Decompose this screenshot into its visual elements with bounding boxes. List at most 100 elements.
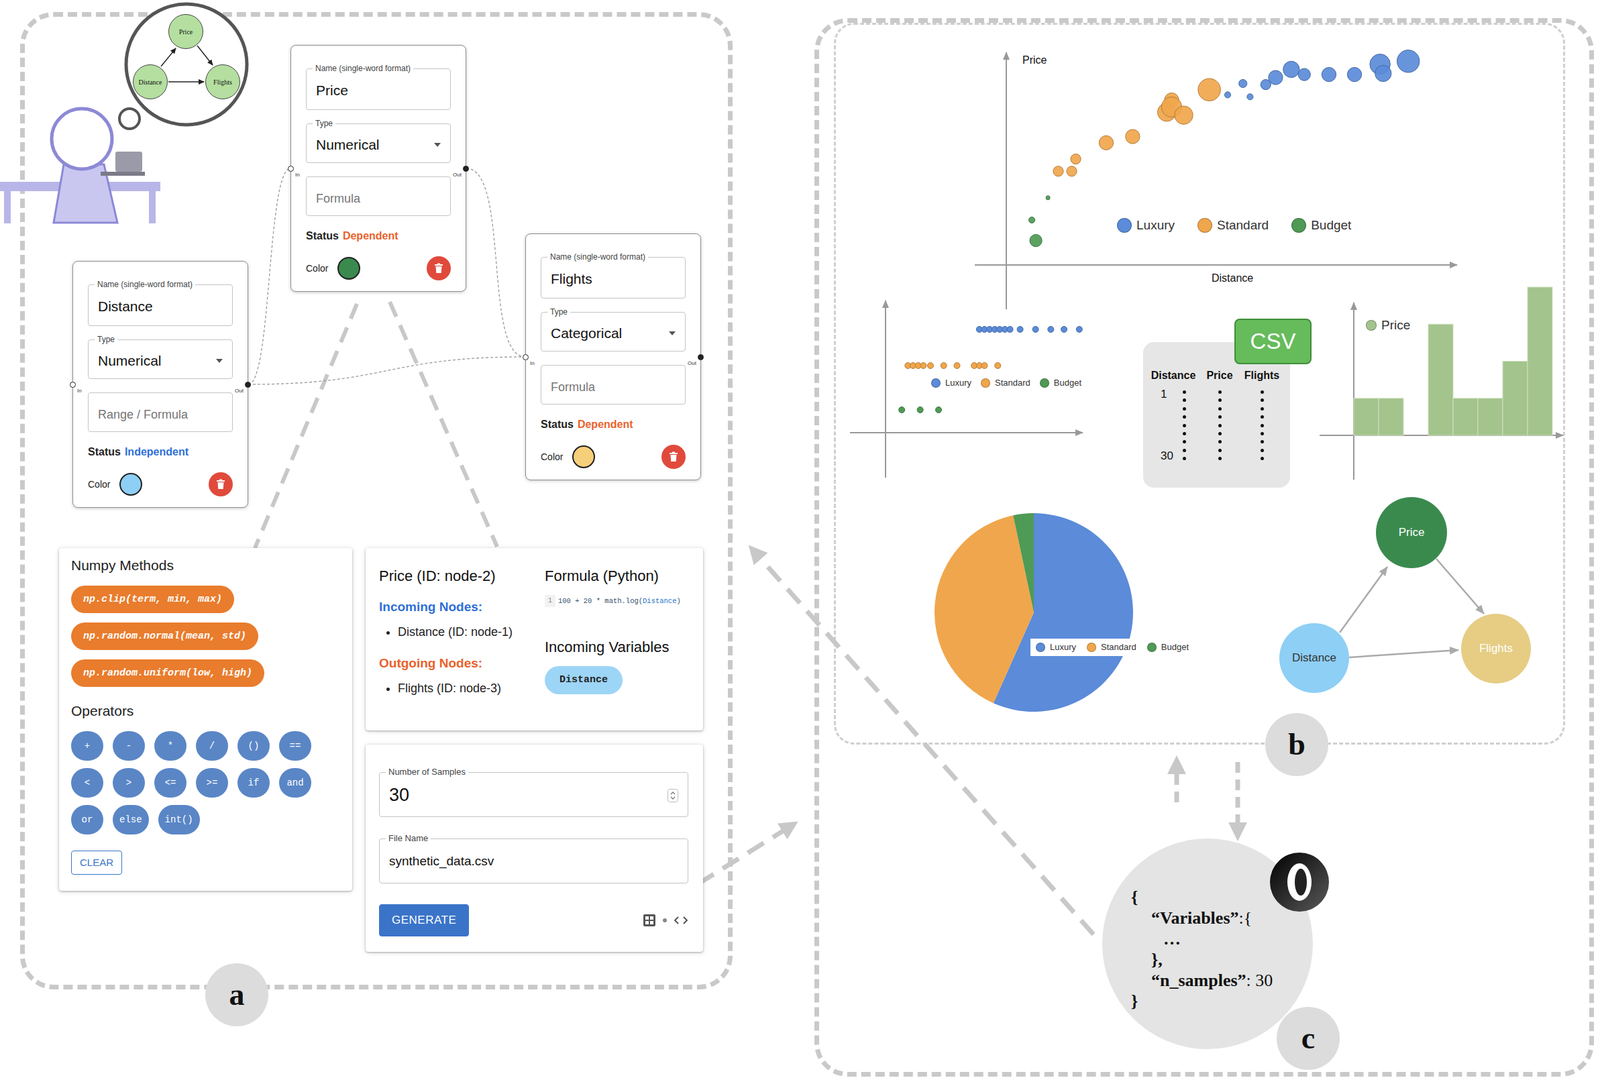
color-swatch[interactable] <box>337 256 361 280</box>
operator-button[interactable]: == <box>279 731 312 761</box>
strip-point <box>935 407 942 414</box>
method-chip[interactable]: np.clip(term, min, max) <box>71 585 235 614</box>
clear-button[interactable]: CLEAR <box>71 850 123 875</box>
operator-list: +-* / () == < > <= >= ifand orelse int() <box>71 731 341 835</box>
node-card[interactable]: In Out Name (single-word format) TypeNumeri… <box>290 44 467 292</box>
name-input[interactable] <box>315 79 441 102</box>
node-card[interactable]: InOutName (single-word format)TypeCatego… <box>525 233 702 481</box>
name-field[interactable]: Name (single-word format) <box>87 284 233 327</box>
delete-button[interactable] <box>426 256 451 281</box>
grid-view-button[interactable] <box>642 913 657 928</box>
histogram-bar <box>1453 398 1478 436</box>
operator-button[interactable]: > <box>112 768 145 798</box>
spinner-icon[interactable] <box>667 788 679 803</box>
column-header: Flights <box>1241 368 1283 383</box>
code-token: ) <box>676 597 681 606</box>
histogram-bar <box>1502 361 1528 437</box>
row-dot <box>1182 440 1187 444</box>
field-label: Type <box>94 334 118 345</box>
operator-button[interactable]: if <box>237 768 270 798</box>
file-input[interactable] <box>389 851 679 872</box>
file-field[interactable]: File Name <box>379 838 689 884</box>
thought-node: Price <box>168 14 204 49</box>
legend-item: Price <box>1365 315 1411 336</box>
spinner[interactable] <box>667 788 679 803</box>
scatter-point <box>1164 92 1179 107</box>
histogram-bar <box>1403 435 1429 437</box>
color-swatch[interactable] <box>119 472 143 496</box>
samples-input[interactable] <box>389 781 668 810</box>
name-field[interactable]: Name (single-word format) <box>305 68 451 111</box>
type-select[interactable]: TypeCategorical <box>540 311 686 352</box>
operator-button[interactable]: < <box>71 768 104 798</box>
formula-input[interactable] <box>97 403 223 425</box>
operator-button[interactable]: + <box>71 731 104 761</box>
name-input[interactable] <box>550 268 676 290</box>
histogram-bar <box>1378 398 1404 436</box>
variable-chip[interactable]: Distance <box>544 666 623 695</box>
operator-button[interactable]: () <box>237 731 270 761</box>
chart-legend: LuxuryStandardBudget <box>931 376 1082 390</box>
legend-item: Budget <box>1147 640 1189 655</box>
delete-button[interactable] <box>208 472 233 497</box>
code-editor[interactable]: 1100 + 20 * math.log(Distance) <box>544 595 691 608</box>
operator-button[interactable]: - <box>112 731 145 761</box>
status-label: Status <box>305 229 339 243</box>
strip-point <box>1047 326 1054 333</box>
out-port[interactable] <box>244 381 251 388</box>
in-port[interactable] <box>287 165 294 172</box>
outgoing-title: Outgoing Nodes: <box>379 655 537 672</box>
connector-layer <box>0 0 1600 1082</box>
operator-button[interactable]: <= <box>154 768 187 798</box>
strip-point <box>994 362 1001 369</box>
graph-node: Flights <box>1461 613 1531 684</box>
formula-input[interactable] <box>315 187 441 209</box>
strip-point <box>904 362 912 369</box>
status-value: Dependent <box>342 229 399 243</box>
delete-button[interactable] <box>661 444 686 469</box>
generate-button[interactable]: GENERATE <box>379 904 469 937</box>
type-select[interactable]: TypeNumerical <box>305 123 451 164</box>
formula-title: Formula (Python) <box>544 566 691 586</box>
operator-button[interactable]: else <box>112 805 149 835</box>
operator-button[interactable]: >= <box>195 768 229 798</box>
formula-field[interactable] <box>540 364 686 405</box>
out-port[interactable] <box>697 354 704 361</box>
node-item: Distance (ID: node-1) <box>397 623 537 641</box>
operator-button[interactable]: * <box>154 731 187 761</box>
node-card[interactable]: InOutName (single-word format)TypeNumeri… <box>72 260 249 508</box>
row-dot <box>1218 415 1222 419</box>
scatter-point <box>1098 135 1113 150</box>
json-token: }, <box>1151 949 1163 970</box>
operator-button[interactable]: / <box>195 731 229 761</box>
samples-field[interactable]: Number of Samples <box>379 772 689 818</box>
name-input[interactable] <box>97 295 223 318</box>
y-axis <box>884 300 887 478</box>
name-field[interactable]: Name (single-word format) <box>540 256 686 299</box>
grid-view-icon[interactable] <box>642 913 657 928</box>
csv-column: 130 <box>1148 387 1199 463</box>
port-label: In <box>295 171 300 179</box>
operator-button[interactable]: int() <box>158 805 200 835</box>
type-select[interactable]: TypeNumerical <box>87 339 233 380</box>
formula-input[interactable] <box>550 375 676 398</box>
color-swatch[interactable] <box>572 445 596 469</box>
in-port[interactable] <box>69 381 76 388</box>
code-view-icon[interactable] <box>673 915 689 926</box>
formula-field[interactable] <box>87 392 233 433</box>
formula-field[interactable] <box>305 176 451 217</box>
type-value: Numerical <box>315 134 380 156</box>
row-dot <box>1218 448 1222 453</box>
port-label: Out <box>452 171 462 179</box>
code-view-button[interactable] <box>673 915 689 926</box>
operator-button[interactable]: or <box>71 805 104 835</box>
x-axis <box>974 264 1458 266</box>
method-chip[interactable]: np.random.normal(mean, std) <box>71 622 259 651</box>
out-port[interactable] <box>462 165 469 172</box>
row-dot <box>1260 432 1264 436</box>
type-value: Numerical <box>97 350 162 372</box>
row-dot <box>1182 432 1187 436</box>
operator-button[interactable]: and <box>279 768 312 798</box>
method-chip[interactable]: np.random.uniform(low, high) <box>71 659 265 687</box>
in-port[interactable] <box>522 354 529 361</box>
